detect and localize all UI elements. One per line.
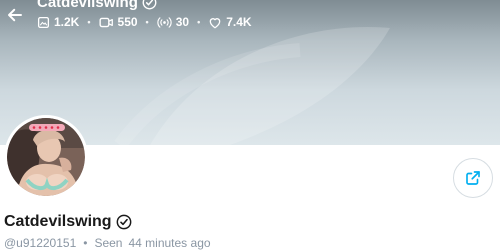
profile-username: @u91220151	[4, 236, 77, 250]
verified-check-icon	[142, 0, 157, 10]
profile-name: Catdevilswing	[4, 213, 112, 230]
image-icon	[37, 16, 50, 28]
share-button[interactable]	[453, 158, 493, 198]
broadcast-icon	[157, 16, 172, 28]
stat-photos: 1.2K	[37, 15, 79, 29]
stat-likes-value: 7.4K	[226, 15, 252, 29]
stat-likes: 7.4K	[208, 15, 252, 29]
page-title: Catdevilswing	[37, 0, 138, 11]
stat-streams-value: 30	[175, 15, 190, 29]
stat-videos: 550	[98, 15, 138, 29]
video-icon	[98, 17, 113, 27]
header-title-row: Catdevilswing	[37, 0, 157, 11]
stats-row: 1.2K • 550 • 30 • 7.4K	[37, 15, 252, 29]
separator-dot: •	[83, 236, 88, 250]
last-seen-time: 44 minutes ago	[128, 236, 211, 250]
share-icon	[466, 171, 480, 185]
back-button[interactable]	[4, 4, 26, 26]
profile-meta: @u91220151 • Seen 44 minutes ago	[4, 236, 211, 250]
stat-photos-value: 1.2K	[54, 15, 80, 29]
separator-dot: •	[87, 17, 91, 27]
profile-name-row: Catdevilswing	[4, 213, 132, 231]
stat-streams: 30	[157, 15, 189, 29]
separator-dot: •	[197, 17, 201, 27]
avatar[interactable]	[4, 115, 88, 199]
heart-icon	[209, 17, 221, 28]
arrow-left-icon	[8, 8, 22, 22]
avatar-photo	[7, 118, 85, 196]
stat-videos-value: 550	[117, 15, 138, 29]
verified-check-icon	[116, 214, 131, 230]
last-seen-label: Seen	[94, 236, 123, 250]
separator-dot: •	[145, 17, 149, 27]
top-bar: Catdevilswing 1.2K • 550 • 30 • 7.4K	[0, 0, 500, 44]
